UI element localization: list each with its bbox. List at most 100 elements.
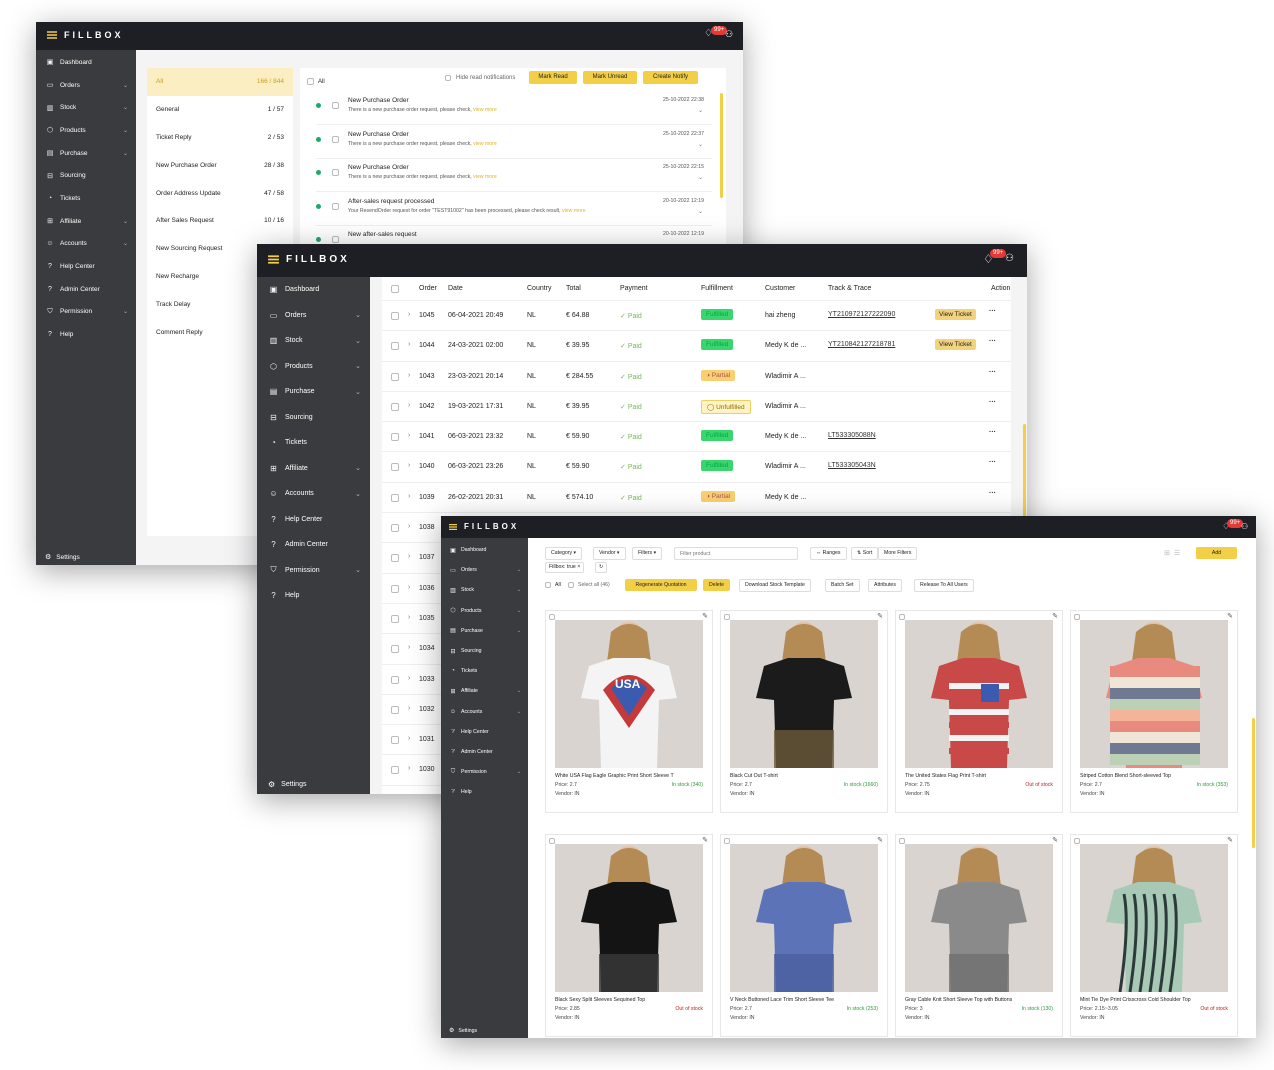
filters-dropdown[interactable]: Filters ▾ — [632, 547, 663, 560]
row-checkbox[interactable] — [391, 463, 399, 472]
more-actions-icon[interactable]: ··· — [989, 459, 996, 466]
chevron-right-icon[interactable]: › — [408, 372, 410, 379]
row-checkbox[interactable] — [391, 524, 399, 533]
sidebar-item-stock[interactable]: ▥ Stock ⌄ — [441, 580, 528, 600]
sidebar-item-help-center[interactable]: ? Help Center — [441, 722, 528, 742]
chevron-right-icon[interactable]: › — [408, 493, 410, 500]
fillbox-logo[interactable]: FILLBOX — [46, 30, 124, 40]
fillbox-logo[interactable]: FILLBOX — [448, 522, 519, 531]
refresh-icon[interactable]: ↻ — [595, 562, 608, 573]
sidebar-item-products[interactable]: ⬡ Products ⌄ — [441, 601, 528, 621]
chevron-right-icon[interactable]: › — [408, 584, 410, 591]
row-checkbox[interactable] — [391, 766, 399, 775]
sidebar-item-products[interactable]: ⬡ Products ⌄ — [257, 354, 370, 380]
sidebar-item-accounts[interactable]: ☺ Accounts ⌄ — [257, 481, 370, 507]
sort-button[interactable]: ⇅ Sort — [851, 547, 879, 560]
chevron-right-icon[interactable]: › — [408, 765, 410, 772]
sidebar-item-tickets[interactable]: ◔ Tickets — [441, 661, 528, 681]
product-card[interactable]: ✎ The United States Flag Print T-shirt Pri… — [895, 610, 1063, 813]
column-header[interactable]: Date — [448, 285, 463, 292]
select-all-checkbox[interactable] — [568, 582, 574, 588]
product-card[interactable]: ✎ Striped Cotton Blend Short-sleeved Top P… — [1070, 610, 1238, 813]
row-checkbox[interactable] — [391, 736, 399, 745]
tracking-link[interactable]: LT533305088N — [828, 432, 876, 439]
notification-checkbox[interactable] — [332, 202, 339, 210]
chevron-right-icon[interactable]: › — [408, 341, 410, 348]
product-image[interactable] — [1080, 620, 1228, 768]
sidebar-item-permission[interactable]: ⛉ Permission ⌄ — [257, 558, 370, 584]
edit-icon[interactable]: ✎ — [877, 612, 883, 620]
list-view-icon[interactable]: ☰ — [1174, 549, 1180, 557]
table-row[interactable]: › 1040 06-03-2021 23:26 NL € 59.90 ✓ Paid Fulf… — [382, 452, 1011, 483]
chevron-right-icon[interactable]: › — [408, 432, 410, 439]
more-actions-icon[interactable]: ··· — [989, 399, 996, 406]
product-image[interactable] — [905, 844, 1053, 992]
grid-view-icon[interactable]: ⊞ — [1164, 549, 1170, 557]
fillbox-logo[interactable]: FILLBOX — [267, 254, 350, 265]
edit-icon[interactable]: ✎ — [702, 836, 708, 844]
row-checkbox[interactable] — [391, 433, 399, 442]
chevron-right-icon[interactable]: › — [408, 523, 410, 530]
notification-item[interactable]: New Purchase Order There is a new purchas… — [316, 92, 712, 125]
table-row[interactable]: › 1041 06-03-2021 23:32 NL € 59.90 ✓ Paid Fulf… — [382, 422, 1011, 453]
notification-checkbox[interactable] — [332, 236, 339, 243]
product-card[interactable]: ✎ Black Sexy Split Sleeves Sequined Top Pr… — [545, 834, 713, 1037]
product-image[interactable] — [555, 844, 703, 992]
attributes-button[interactable]: Attributes — [868, 579, 902, 592]
column-header[interactable]: Country — [527, 285, 552, 292]
row-checkbox[interactable] — [391, 493, 399, 502]
sidebar-item-stock[interactable]: ▥ Stock ⌄ — [36, 96, 136, 119]
column-header[interactable]: Total — [566, 285, 581, 292]
sidebar-item-sourcing[interactable]: ⊟ Sourcing — [257, 405, 370, 431]
view-more-link[interactable]: view more — [473, 107, 497, 113]
notification-filter-item[interactable]: Order Address Update 47 / 58 — [147, 179, 293, 207]
delete-button[interactable]: Delete — [703, 579, 730, 591]
sidebar-item-sourcing[interactable]: ⊟ Sourcing — [441, 641, 528, 661]
chevron-down-icon[interactable]: ⌄ — [698, 208, 703, 215]
more-filters-button[interactable]: More Filters — [878, 547, 918, 560]
column-header[interactable]: Fulfillment — [701, 285, 733, 292]
edit-icon[interactable]: ✎ — [1052, 612, 1058, 620]
sidebar-item-affiliate[interactable]: ⊞ Affiliate ⌄ — [36, 210, 136, 233]
row-checkbox[interactable] — [391, 645, 399, 654]
edit-icon[interactable]: ✎ — [1227, 612, 1233, 620]
sidebar-item-accounts[interactable]: ☺ Accounts ⌄ — [441, 702, 528, 722]
sidebar-item-purchase[interactable]: ▤ Purchase ⌄ — [441, 621, 528, 641]
more-actions-icon[interactable]: ··· — [989, 338, 996, 345]
row-checkbox[interactable] — [391, 705, 399, 714]
notification-filter-item[interactable]: Ticket Reply 2 / 53 — [147, 124, 293, 152]
table-row[interactable]: › 1045 06-04-2021 20:49 NL € 64.88 ✓ Paid Fulf… — [382, 301, 1011, 332]
product-image[interactable] — [905, 620, 1053, 768]
settings-link[interactable]: ⚙ Settings — [449, 1027, 477, 1035]
scrollbar[interactable] — [720, 93, 723, 198]
sidebar-item-help-center[interactable]: ? Help Center — [257, 507, 370, 533]
notification-checkbox[interactable] — [332, 135, 339, 143]
column-header[interactable]: Order — [419, 285, 437, 292]
row-checkbox[interactable] — [391, 372, 399, 381]
notification-item[interactable]: After-sales request processed Your Resend… — [316, 193, 712, 226]
product-card[interactable]: ✎ V Neck Buttoned Lace Trim Short Sleeve … — [720, 834, 888, 1037]
row-checkbox[interactable] — [391, 342, 399, 351]
regenerate-quotation-button[interactable]: Regenerate Quotation — [625, 579, 697, 591]
product-image[interactable]: USA — [555, 620, 703, 768]
sidebar-item-affiliate[interactable]: ⊞ Affiliate ⌄ — [257, 456, 370, 482]
edit-icon[interactable]: ✎ — [1052, 836, 1058, 844]
tracking-link[interactable]: LT533305043N — [828, 462, 876, 469]
batch-set-button[interactable]: Batch Set — [825, 579, 860, 592]
chevron-right-icon[interactable]: › — [408, 614, 410, 621]
add-button[interactable]: Add — [1196, 547, 1237, 559]
select-all-checkbox[interactable] — [391, 285, 399, 293]
category-dropdown[interactable]: Category ▾ — [545, 547, 583, 560]
row-checkbox[interactable] — [391, 584, 399, 593]
row-checkbox[interactable] — [391, 554, 399, 563]
filter-product-input[interactable] — [674, 547, 798, 560]
view-ticket-button[interactable]: View Ticket — [935, 339, 976, 351]
chevron-down-icon[interactable]: ⌄ — [698, 107, 703, 114]
sidebar-item-orders[interactable]: ▭ Orders ⌄ — [36, 74, 136, 97]
notification-checkbox[interactable] — [332, 169, 339, 176]
row-checkbox[interactable] — [391, 614, 399, 623]
notification-item[interactable]: New Purchase Order There is a new purchas… — [316, 126, 712, 159]
vendor-dropdown[interactable]: Vendor ▾ — [593, 547, 626, 560]
chevron-down-icon[interactable]: ⌄ — [698, 174, 703, 181]
notification-filter-item[interactable]: All 166 / 844 — [147, 68, 293, 96]
